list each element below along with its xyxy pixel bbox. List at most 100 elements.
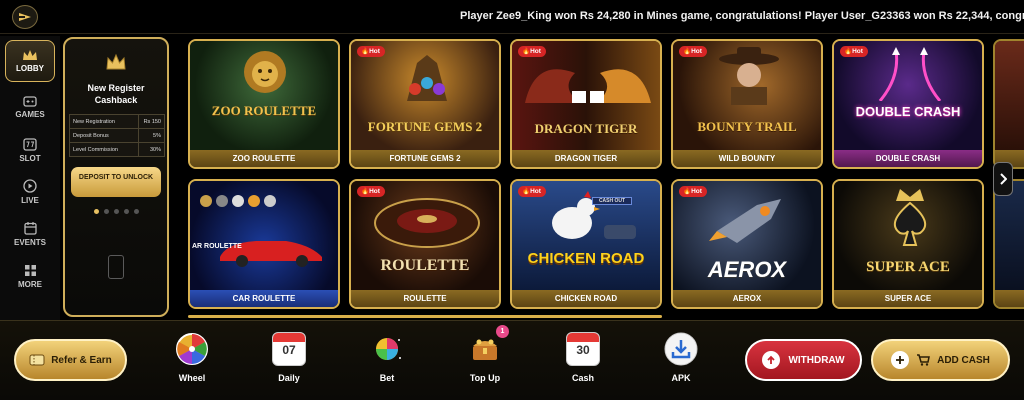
- hot-badge: 🔥Hot: [840, 46, 868, 57]
- carousel-dot[interactable]: [123, 209, 129, 214]
- withdraw-button[interactable]: WITHDRAW: [745, 339, 862, 381]
- quick-top-up[interactable]: 1 Top Up: [455, 325, 515, 399]
- promo-row-label: New Registration: [69, 114, 139, 129]
- game-card-double-crash[interactable]: 🔥Hot DOUBLE CRASH DOUBLE CRASH: [832, 39, 984, 169]
- sidebar-item-events[interactable]: EVENTS: [5, 213, 55, 255]
- game-art-title: ROULETTE: [380, 257, 470, 274]
- game-thumbnail: AR ROULETTE: [190, 181, 338, 290]
- game-art-title: AR ROULETTE: [192, 243, 242, 250]
- game-thumbnail: CASH OUT CHICKEN ROAD: [512, 181, 660, 290]
- slot-777-icon: [23, 137, 37, 151]
- game-card-chicken-road[interactable]: 🔥Hot CASH OUT CHICKEN ROAD CHICKEN ROAD: [510, 179, 662, 309]
- game-thumbnail: BOUNTY TRAIL: [673, 41, 821, 150]
- deposit-to-unlock-button[interactable]: DEPOSIT TO UNLOCK: [71, 167, 161, 197]
- calendar-icon: 07: [271, 331, 307, 367]
- quick-daily[interactable]: 07 Daily: [259, 331, 319, 399]
- sidebar-item-live[interactable]: LIVE: [5, 171, 55, 213]
- fire-icon: 🔥: [361, 48, 370, 55]
- hot-label: Hot: [530, 48, 541, 55]
- fire-icon: 🔥: [683, 48, 692, 55]
- arrow-up-icon: [762, 351, 781, 369]
- game-card-label: DOUBLE CRASH: [834, 150, 982, 167]
- scroll-right-button[interactable]: [993, 162, 1013, 196]
- game-card-super-ace[interactable]: SUPER ACE SUPER ACE: [832, 179, 984, 309]
- quick-label: APK: [671, 373, 691, 383]
- game-card-dragon-tiger[interactable]: 🔥Hot DRAGON TIGER DRAGON TIGER: [510, 39, 662, 169]
- quick-bet[interactable]: Bet: [357, 331, 417, 399]
- game-card-wild-bounty[interactable]: 🔥Hot BOUNTY TRAIL WILD BOUNTY: [671, 39, 823, 169]
- bottom-bar: Refer & Earn Wheel 07 Daily Bet 1 Top Up…: [0, 320, 1024, 400]
- game-card-label: ROULETTE: [351, 290, 499, 307]
- sidebar-item-games[interactable]: GAMES: [5, 86, 55, 128]
- hot-label: Hot: [852, 48, 863, 55]
- top-bar: Player Zee9_King won Rs 24,280 in Mines …: [0, 0, 1024, 34]
- game-art-title: FORTUNE GEMS 2: [367, 119, 483, 134]
- hot-label: Hot: [530, 188, 541, 195]
- carousel-dot[interactable]: [103, 209, 109, 214]
- cashback-promo-card[interactable]: New Register Cashback New Registration Rs…: [63, 37, 169, 317]
- game-card-label: DRAGON TIGER: [512, 150, 660, 167]
- game-art-title: AEROX: [707, 257, 787, 282]
- notification-badge: 1: [496, 325, 509, 338]
- game-card-partial[interactable]: [993, 179, 1024, 309]
- cart-icon: [917, 354, 931, 366]
- quick-wheel[interactable]: Wheel: [162, 331, 222, 399]
- game-card-label: CAR ROULETTE: [190, 290, 338, 307]
- carousel-dots[interactable]: [65, 209, 167, 214]
- game-card-aerox[interactable]: 🔥Hot AEROX AEROX: [671, 179, 823, 309]
- hot-label: Hot: [369, 188, 380, 195]
- game-thumbnail: ROULETTE: [351, 181, 499, 290]
- horizontal-scrollbar[interactable]: [188, 315, 662, 318]
- dragon-tiger-icon: [525, 69, 651, 103]
- carousel-dot[interactable]: [93, 209, 99, 214]
- carousel-dot[interactable]: [113, 209, 119, 214]
- color-wheel-icon: [369, 331, 405, 367]
- sidebar-item-slot[interactable]: SLOT: [5, 129, 55, 171]
- game-card-label: SUPER ACE: [834, 290, 982, 307]
- game-card-label: CHICKEN ROAD: [512, 290, 660, 307]
- game-card-fortune-gems-2[interactable]: 🔥Hot FORTUNE GEMS 2 FORTUNE GEMS 2: [349, 39, 501, 169]
- game-art-title: DRAGON TIGER: [534, 121, 638, 136]
- game-card-partial[interactable]: [993, 39, 1024, 169]
- game-art-title: BOUNTY TRAIL: [697, 119, 797, 134]
- sidebar-item-label: LOBBY: [16, 64, 44, 73]
- table-row: New Registration Rs 150: [69, 114, 165, 129]
- hot-badge: 🔥Hot: [357, 46, 385, 57]
- sidebar-item-more[interactable]: MORE: [5, 255, 55, 297]
- download-icon: [663, 331, 699, 367]
- hot-badge: 🔥Hot: [518, 186, 546, 197]
- winners-ticker: Player Zee9_King won Rs 24,280 in Mines …: [60, 0, 1024, 34]
- play-circle-icon: [23, 179, 37, 193]
- quick-cash[interactable]: 30 Cash: [553, 331, 613, 399]
- game-card-label: [995, 290, 1024, 307]
- game-card-label: ZOO ROULETTE: [190, 150, 338, 167]
- game-art-title: DOUBLE CRASH: [855, 104, 961, 119]
- game-card-car-roulette[interactable]: AR ROULETTE CAR ROULETTE: [188, 179, 340, 309]
- quick-apk[interactable]: APK: [651, 331, 711, 399]
- refer-and-earn-button[interactable]: Refer & Earn: [14, 339, 127, 381]
- temple-gems-icon: [407, 55, 447, 101]
- hot-badge: 🔥Hot: [518, 46, 546, 57]
- carousel-dot[interactable]: [133, 209, 139, 214]
- game-thumbnail: ZOO ROULETTE: [190, 41, 338, 150]
- game-card-roulette[interactable]: 🔥Hot ROULETTE ROULETTE: [349, 179, 501, 309]
- sidebar-item-lobby[interactable]: LOBBY: [5, 40, 55, 82]
- grid-icon: [24, 264, 36, 276]
- rockets-icon: [878, 47, 942, 101]
- add-cash-button[interactable]: ADD CASH: [871, 339, 1010, 381]
- promo-title: New Register Cashback: [87, 83, 145, 105]
- logo-menu-button[interactable]: [12, 5, 38, 29]
- game-card-zoo-roulette[interactable]: ZOO ROULETTE ZOO ROULETTE: [188, 39, 340, 169]
- game-art-title: CHICKEN ROAD: [527, 250, 645, 267]
- gamepad-icon: [23, 95, 37, 107]
- sidebar-nav: LOBBY GAMES SLOT LIVE EVENTS MORE: [0, 36, 60, 320]
- game-grid: ZOO ROULETTE ZOO ROULETTE 🔥Hot FORTUNE G…: [188, 39, 1024, 319]
- quick-label: Wheel: [178, 373, 206, 383]
- withdraw-label: WITHDRAW: [788, 354, 845, 366]
- table-row: Deposit Bonus 5%: [69, 128, 165, 143]
- fire-icon: 🔥: [361, 188, 370, 195]
- treasure-chest-icon: 1: [467, 325, 509, 367]
- sidebar-item-label: EVENTS: [13, 238, 46, 247]
- sidebar-item-label: LIVE: [21, 196, 39, 205]
- game-thumbnail: [995, 41, 1024, 150]
